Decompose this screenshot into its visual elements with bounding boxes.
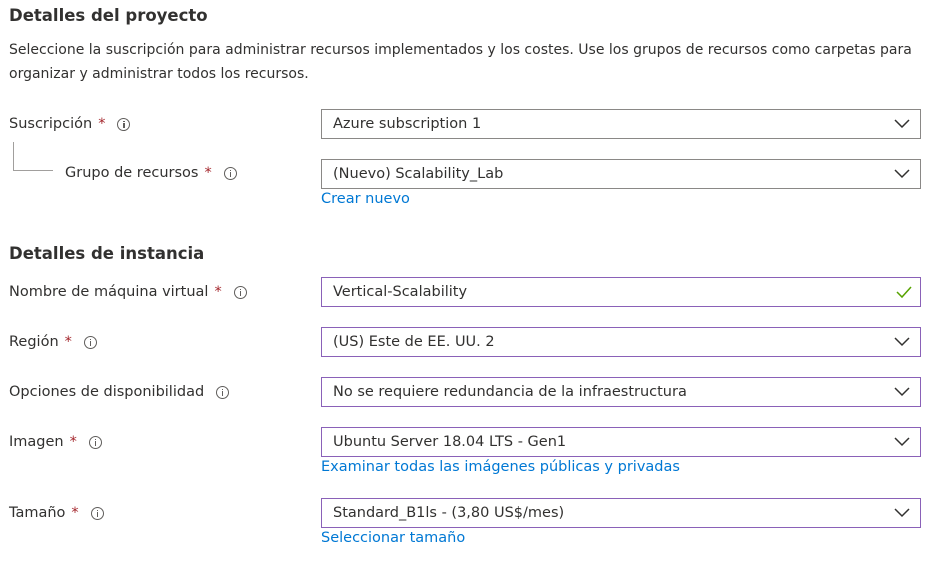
info-icon[interactable] <box>233 285 247 299</box>
vm-name-input[interactable]: Vertical-Scalability <box>321 277 921 307</box>
availability-dropdown[interactable]: No se requiere redundancia de la infraes… <box>321 377 921 407</box>
region-label-text: Región <box>9 334 59 350</box>
region-label: Región * <box>9 334 97 350</box>
info-icon[interactable] <box>216 385 230 399</box>
create-new-link[interactable]: Crear nuevo <box>321 191 410 207</box>
subscription-dropdown[interactable]: Azure subscription 1 <box>321 109 921 139</box>
size-label: Tamaño * <box>9 505 104 521</box>
tree-connector-horizontal <box>13 170 53 171</box>
vm-name-label: Nombre de máquina virtual * <box>9 284 247 300</box>
size-dropdown[interactable]: Standard_B1ls - (3,80 US$/mes) <box>321 498 921 528</box>
resource-group-label: Grupo de recursos * <box>65 165 237 181</box>
required-marker: * <box>204 165 212 181</box>
required-marker: * <box>69 434 77 450</box>
project-details-heading: Detalles del proyecto <box>9 6 208 25</box>
resource-group-dropdown[interactable]: (Nuevo) Scalability_Lab <box>321 159 921 189</box>
size-value: Standard_B1ls - (3,80 US$/mes) <box>333 505 565 521</box>
tree-connector-vertical <box>13 142 14 170</box>
vm-name-value: Vertical-Scalability <box>333 284 468 300</box>
chevron-down-icon <box>894 508 910 518</box>
checkmark-icon <box>896 286 912 299</box>
vm-name-label-text: Nombre de máquina virtual <box>9 284 209 300</box>
select-size-link[interactable]: Seleccionar tamaño <box>321 530 465 546</box>
required-marker: * <box>98 116 106 132</box>
chevron-down-icon <box>894 119 910 129</box>
image-value: Ubuntu Server 18.04 LTS - Gen1 <box>333 434 567 450</box>
chevron-down-icon <box>894 387 910 397</box>
availability-label: Opciones de disponibilidad <box>9 384 230 400</box>
instance-details-heading: Detalles de instancia <box>9 244 205 263</box>
size-label-text: Tamaño <box>9 505 66 521</box>
info-icon[interactable] <box>90 506 104 520</box>
subscription-label: Suscripción * <box>9 116 131 132</box>
required-marker: * <box>71 505 79 521</box>
chevron-down-icon <box>894 337 910 347</box>
image-label: Imagen * <box>9 434 102 450</box>
image-label-text: Imagen <box>9 434 64 450</box>
availability-label-text: Opciones de disponibilidad <box>9 384 205 400</box>
info-icon[interactable] <box>117 117 131 131</box>
region-dropdown[interactable]: (US) Este de EE. UU. 2 <box>321 327 921 357</box>
chevron-down-icon <box>894 169 910 179</box>
required-marker: * <box>64 334 72 350</box>
image-dropdown[interactable]: Ubuntu Server 18.04 LTS - Gen1 <box>321 427 921 457</box>
resource-group-label-text: Grupo de recursos <box>65 165 199 181</box>
info-icon[interactable] <box>83 335 97 349</box>
project-details-description: Seleccione la suscripción para administr… <box>9 42 912 82</box>
chevron-down-icon <box>894 437 910 447</box>
region-value: (US) Este de EE. UU. 2 <box>333 334 495 350</box>
info-icon[interactable] <box>88 435 102 449</box>
subscription-value: Azure subscription 1 <box>333 116 482 132</box>
availability-value: No se requiere redundancia de la infraes… <box>333 384 687 400</box>
required-marker: * <box>214 284 222 300</box>
info-icon[interactable] <box>223 166 237 180</box>
subscription-label-text: Suscripción <box>9 116 93 132</box>
resource-group-value: (Nuevo) Scalability_Lab <box>333 166 504 182</box>
browse-images-link[interactable]: Examinar todas las imágenes públicas y p… <box>321 459 680 475</box>
